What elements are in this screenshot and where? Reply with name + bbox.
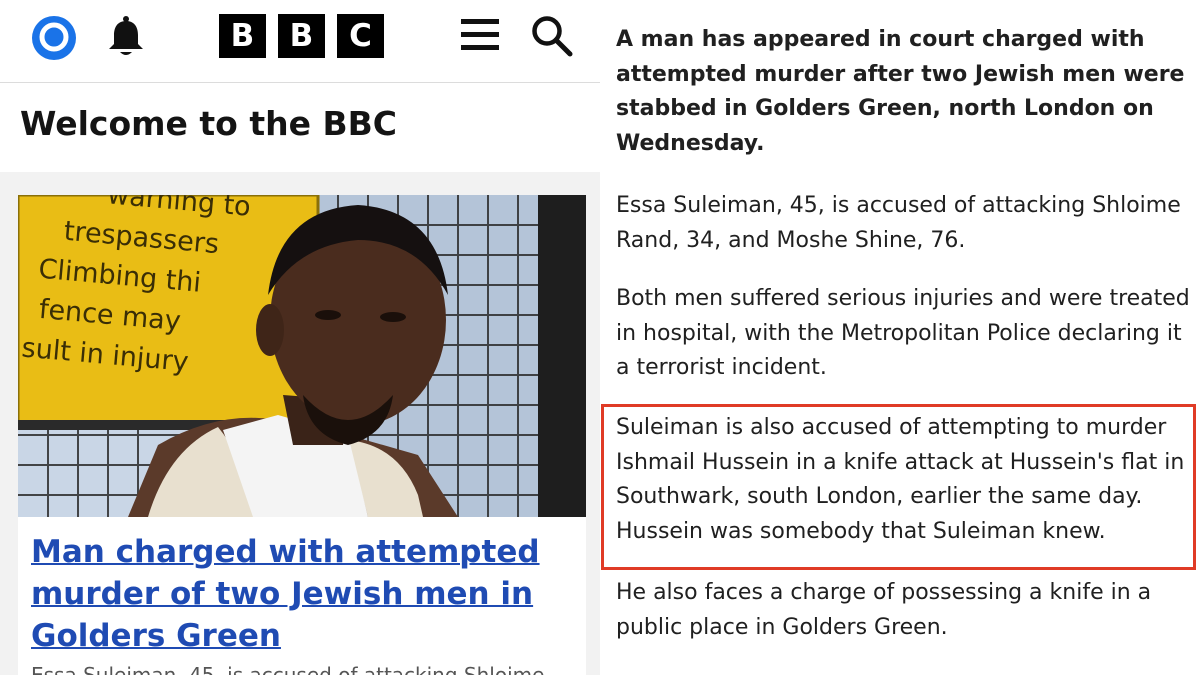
article-paragraph: He also faces a charge of possessing a k… xyxy=(616,580,1152,640)
logo-letter: C xyxy=(337,14,384,58)
account-icon[interactable] xyxy=(31,15,77,61)
article-headline-link[interactable]: Man charged with attempted murder of two… xyxy=(31,531,571,657)
menu-icon[interactable] xyxy=(461,17,499,53)
article-card[interactable]: warning to trespassers Climbing thi fenc… xyxy=(18,195,586,675)
page-title: Welcome to the BBC xyxy=(20,104,398,143)
bbc-logo[interactable]: B B C xyxy=(219,14,385,58)
article-paragraph: Essa Suleiman, 45, is accused of attacki… xyxy=(616,193,1181,253)
bbc-homepage-panel: B B C Welcome to the BBC warning to tres… xyxy=(0,0,600,675)
logo-letter: B xyxy=(278,14,325,58)
logo-letter: B xyxy=(219,14,266,58)
article-lead-paragraph: A man has appeared in court charged with… xyxy=(616,27,1185,156)
article-paragraph: Both men suffered serious injuries and w… xyxy=(616,286,1190,380)
article-body-panel: A man has appeared in court charged with… xyxy=(600,0,1200,675)
red-highlight-box xyxy=(601,404,1196,570)
search-icon[interactable] xyxy=(530,14,574,58)
notifications-bell-icon[interactable] xyxy=(107,14,145,58)
article-summary: Essa Suleiman, 45, is accused of attacki… xyxy=(31,663,545,675)
article-photo[interactable]: warning to trespassers Climbing thi fenc… xyxy=(18,195,586,517)
top-navigation-bar: B B C xyxy=(0,0,600,83)
